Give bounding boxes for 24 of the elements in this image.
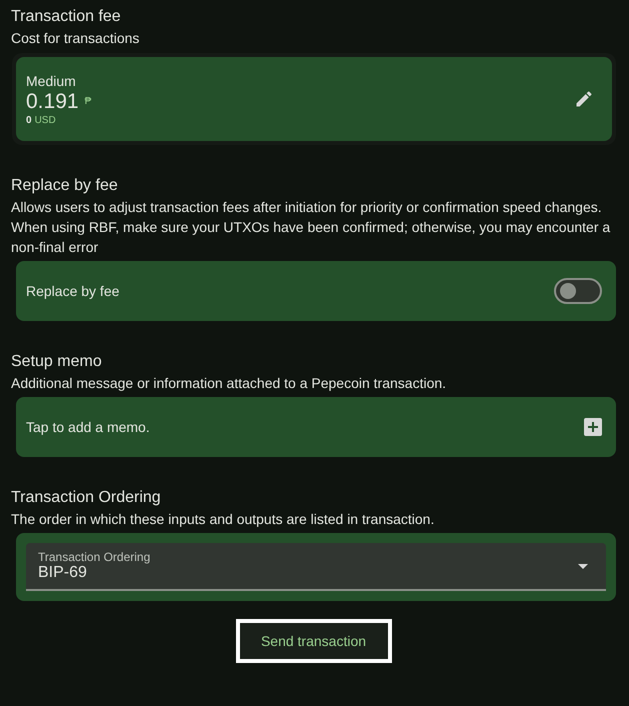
ordering-dropdown[interactable]: Transaction Ordering BIP-69 [26, 543, 606, 591]
section-description: Cost for transactions [11, 29, 140, 48]
section-title: Setup memo [11, 352, 103, 372]
memo-placeholder: Tap to add a memo. [26, 419, 150, 435]
edit-icon[interactable] [574, 89, 594, 109]
toggle-label: Replace by fee [26, 283, 120, 299]
fee-card[interactable]: Medium 0.191 ₱ 0 USD [16, 57, 612, 141]
section-description: Additional message or information attached to a Pepecoin transaction. [11, 374, 448, 393]
section-description: Allows users to adjust transaction fees after initiation for priority or confirmation speed changes. [11, 198, 603, 217]
fiat-amount: 0 [26, 114, 32, 126]
section-description: When using RBF, make sure your UTXOs have been confirmed; otherwise, you may encounter a non-final error [11, 218, 612, 257]
section-title: Transaction fee [11, 7, 122, 27]
fee-amount: 0.191 [26, 88, 79, 114]
section-description: The order in which these inputs and outputs are listed in transaction. [11, 510, 436, 529]
memo-card[interactable]: Tap to add a memo. [16, 397, 616, 457]
fiat-unit: USD [34, 114, 56, 126]
section-title: Replace by fee [11, 176, 119, 196]
currency-symbol: ₱ [84, 96, 92, 107]
send-transaction-button[interactable]: Send transaction [236, 619, 392, 663]
dropdown-caret-icon [578, 564, 588, 568]
fee-level: Medium [26, 72, 77, 88]
add-icon[interactable] [584, 418, 602, 436]
section-title: Transaction Ordering [11, 488, 162, 508]
toggle-switch[interactable] [554, 278, 602, 304]
